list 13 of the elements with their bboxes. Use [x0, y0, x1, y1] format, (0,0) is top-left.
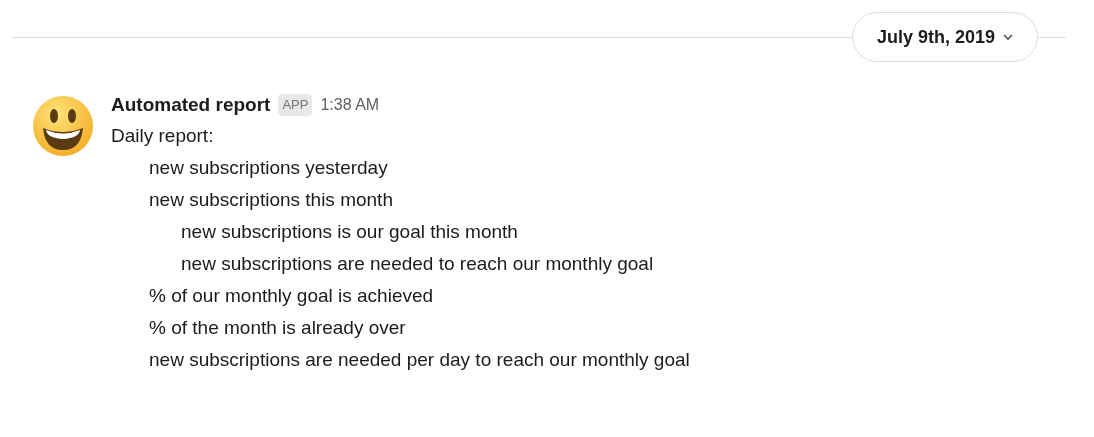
report-line: new subscriptions are needed per day to reach our monthly goal: [149, 349, 690, 370]
report-line: new subscriptions are needed to reach our monthly goal: [181, 253, 654, 274]
app-badge: APP: [278, 94, 313, 116]
message-text: Daily report:: [111, 124, 215, 148]
report-line: new subscriptions this month: [149, 189, 393, 210]
report-line: new subscriptions yesterday: [149, 157, 388, 178]
report-line: % of the month is already over: [149, 317, 406, 338]
report-line: % of our monthly goal is achieved: [149, 285, 434, 306]
chevron-down-icon: [1003, 33, 1013, 41]
report-line: new subscriptions is our goal this month: [181, 221, 518, 242]
smiley-avatar-icon: [31, 94, 95, 158]
sender-name: Automated report: [111, 92, 271, 117]
timestamp: 1:38 AM: [320, 95, 380, 115]
